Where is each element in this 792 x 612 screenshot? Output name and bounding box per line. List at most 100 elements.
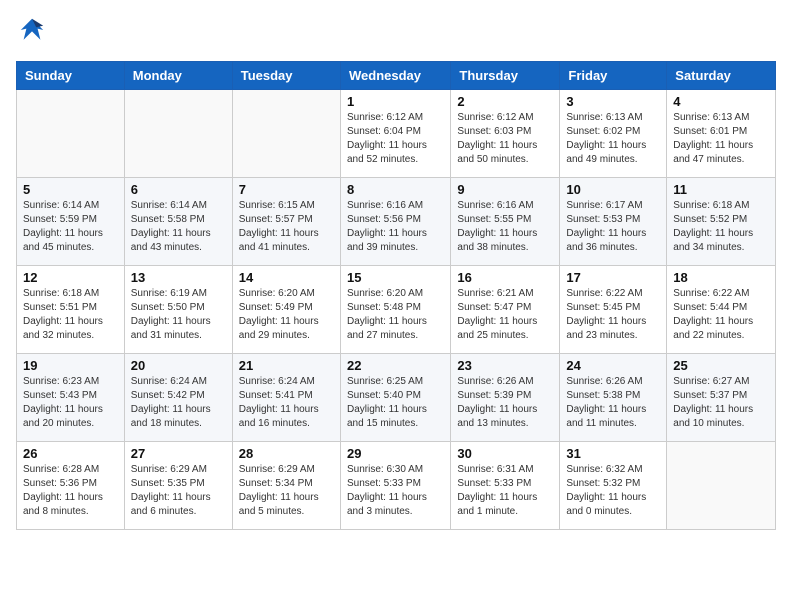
calendar-cell: [17, 90, 125, 178]
day-number: 29: [347, 446, 444, 461]
cell-daylight-info: Sunrise: 6:19 AM Sunset: 5:50 PM Dayligh…: [131, 287, 226, 343]
day-number: 30: [457, 446, 553, 461]
cell-daylight-info: Sunrise: 6:17 AM Sunset: 5:53 PM Dayligh…: [566, 199, 660, 255]
logo-bird-icon: [18, 16, 46, 44]
calendar-cell: 30 Sunrise: 6:31 AM Sunset: 5:33 PM Dayli…: [451, 442, 560, 530]
calendar-cell: 28 Sunrise: 6:29 AM Sunset: 5:34 PM Dayli…: [232, 442, 340, 530]
calendar-cell: 18 Sunrise: 6:22 AM Sunset: 5:44 PM Dayli…: [667, 266, 776, 354]
cell-daylight-info: Sunrise: 6:18 AM Sunset: 5:52 PM Dayligh…: [673, 199, 769, 255]
day-number: 18: [673, 270, 769, 285]
cell-daylight-info: Sunrise: 6:22 AM Sunset: 5:45 PM Dayligh…: [566, 287, 660, 343]
calendar-cell: 8 Sunrise: 6:16 AM Sunset: 5:56 PM Daylig…: [340, 178, 450, 266]
day-number: 15: [347, 270, 444, 285]
calendar-cell: 24 Sunrise: 6:26 AM Sunset: 5:38 PM Dayli…: [560, 354, 667, 442]
day-number: 17: [566, 270, 660, 285]
calendar-cell: 7 Sunrise: 6:15 AM Sunset: 5:57 PM Daylig…: [232, 178, 340, 266]
calendar-cell: 23Sunrise: 6:26 AM Sunset: 5:39 PM Dayli…: [451, 354, 560, 442]
day-number: 2: [457, 94, 553, 109]
calendar-cell: 20 Sunrise: 6:24 AM Sunset: 5:42 PM Dayli…: [124, 354, 232, 442]
day-number: 3: [566, 94, 660, 109]
calendar-cell: 21 Sunrise: 6:24 AM Sunset: 5:41 PM Dayli…: [232, 354, 340, 442]
calendar-cell: 6 Sunrise: 6:14 AM Sunset: 5:58 PM Daylig…: [124, 178, 232, 266]
day-number: 26: [23, 446, 118, 461]
day-number: 9: [457, 182, 553, 197]
cell-daylight-info: Sunrise: 6:13 AM Sunset: 6:02 PM Dayligh…: [566, 111, 660, 167]
day-number: 28: [239, 446, 334, 461]
cell-daylight-info: Sunrise: 6:27 AM Sunset: 5:37 PM Dayligh…: [673, 375, 769, 431]
day-number: 16: [457, 270, 553, 285]
cell-daylight-info: Sunrise: 6:26 AM Sunset: 5:39 PM Dayligh…: [457, 375, 553, 431]
calendar-cell: 2 Sunrise: 6:12 AM Sunset: 6:03 PM Daylig…: [451, 90, 560, 178]
cell-daylight-info: Sunrise: 6:29 AM Sunset: 5:35 PM Dayligh…: [131, 463, 226, 519]
cell-daylight-info: Sunrise: 6:12 AM Sunset: 6:04 PM Dayligh…: [347, 111, 444, 167]
calendar-week-1: 1Sunrise: 6:12 AM Sunset: 6:04 PM Daylig…: [17, 90, 776, 178]
day-number: 13: [131, 270, 226, 285]
cell-daylight-info: Sunrise: 6:24 AM Sunset: 5:42 PM Dayligh…: [131, 375, 226, 431]
calendar-cell: 1Sunrise: 6:12 AM Sunset: 6:04 PM Daylig…: [340, 90, 450, 178]
calendar-cell: 11 Sunrise: 6:18 AM Sunset: 5:52 PM Dayli…: [667, 178, 776, 266]
calendar-cell: [232, 90, 340, 178]
calendar-cell: 5Sunrise: 6:14 AM Sunset: 5:59 PM Daylig…: [17, 178, 125, 266]
cell-daylight-info: Sunrise: 6:21 AM Sunset: 5:47 PM Dayligh…: [457, 287, 553, 343]
calendar-cell: 31 Sunrise: 6:32 AM Sunset: 5:32 PM Dayli…: [560, 442, 667, 530]
cell-daylight-info: Sunrise: 6:31 AM Sunset: 5:33 PM Dayligh…: [457, 463, 553, 519]
calendar-cell: 4 Sunrise: 6:13 AM Sunset: 6:01 PM Daylig…: [667, 90, 776, 178]
day-number: 22: [347, 358, 444, 373]
calendar-cell: 25 Sunrise: 6:27 AM Sunset: 5:37 PM Dayli…: [667, 354, 776, 442]
calendar-week-4: 19 Sunrise: 6:23 AM Sunset: 5:43 PM Dayli…: [17, 354, 776, 442]
cell-daylight-info: Sunrise: 6:29 AM Sunset: 5:34 PM Dayligh…: [239, 463, 334, 519]
day-number: 4: [673, 94, 769, 109]
day-number: 24: [566, 358, 660, 373]
day-number: 21: [239, 358, 334, 373]
weekday-header-saturday: Saturday: [667, 62, 776, 90]
day-number: 19: [23, 358, 118, 373]
calendar-cell: 13 Sunrise: 6:19 AM Sunset: 5:50 PM Dayli…: [124, 266, 232, 354]
cell-daylight-info: Sunrise: 6:18 AM Sunset: 5:51 PM Dayligh…: [23, 287, 118, 343]
cell-daylight-info: Sunrise: 6:24 AM Sunset: 5:41 PM Dayligh…: [239, 375, 334, 431]
cell-daylight-info: Sunrise: 6:16 AM Sunset: 5:55 PM Dayligh…: [457, 199, 553, 255]
cell-daylight-info: Sunrise: 6:16 AM Sunset: 5:56 PM Dayligh…: [347, 199, 444, 255]
day-number: 31: [566, 446, 660, 461]
calendar-cell: 29 Sunrise: 6:30 AM Sunset: 5:33 PM Dayli…: [340, 442, 450, 530]
calendar-cell: 10Sunrise: 6:17 AM Sunset: 5:53 PM Dayli…: [560, 178, 667, 266]
calendar-cell: 22Sunrise: 6:25 AM Sunset: 5:40 PM Dayli…: [340, 354, 450, 442]
calendar-cell: 16 Sunrise: 6:21 AM Sunset: 5:47 PM Dayli…: [451, 266, 560, 354]
calendar-week-2: 5Sunrise: 6:14 AM Sunset: 5:59 PM Daylig…: [17, 178, 776, 266]
weekday-header-friday: Friday: [560, 62, 667, 90]
cell-daylight-info: Sunrise: 6:30 AM Sunset: 5:33 PM Dayligh…: [347, 463, 444, 519]
day-number: 25: [673, 358, 769, 373]
cell-daylight-info: Sunrise: 6:28 AM Sunset: 5:36 PM Dayligh…: [23, 463, 118, 519]
day-number: 20: [131, 358, 226, 373]
calendar-cell: [124, 90, 232, 178]
calendar-cell: 14Sunrise: 6:20 AM Sunset: 5:49 PM Dayli…: [232, 266, 340, 354]
cell-daylight-info: Sunrise: 6:26 AM Sunset: 5:38 PM Dayligh…: [566, 375, 660, 431]
calendar-cell: 9 Sunrise: 6:16 AM Sunset: 5:55 PM Daylig…: [451, 178, 560, 266]
day-number: 7: [239, 182, 334, 197]
cell-daylight-info: Sunrise: 6:32 AM Sunset: 5:32 PM Dayligh…: [566, 463, 660, 519]
weekday-header-thursday: Thursday: [451, 62, 560, 90]
calendar-table: SundayMondayTuesdayWednesdayThursdayFrid…: [16, 61, 776, 530]
calendar-cell: 15 Sunrise: 6:20 AM Sunset: 5:48 PM Dayli…: [340, 266, 450, 354]
cell-daylight-info: Sunrise: 6:14 AM Sunset: 5:58 PM Dayligh…: [131, 199, 226, 255]
cell-daylight-info: Sunrise: 6:14 AM Sunset: 5:59 PM Dayligh…: [23, 199, 118, 255]
calendar-cell: 19 Sunrise: 6:23 AM Sunset: 5:43 PM Dayli…: [17, 354, 125, 442]
day-number: 8: [347, 182, 444, 197]
cell-daylight-info: Sunrise: 6:12 AM Sunset: 6:03 PM Dayligh…: [457, 111, 553, 167]
cell-daylight-info: Sunrise: 6:20 AM Sunset: 5:48 PM Dayligh…: [347, 287, 444, 343]
weekday-header-tuesday: Tuesday: [232, 62, 340, 90]
cell-daylight-info: Sunrise: 6:13 AM Sunset: 6:01 PM Dayligh…: [673, 111, 769, 167]
logo: [16, 16, 46, 49]
day-number: 12: [23, 270, 118, 285]
day-number: 11: [673, 182, 769, 197]
calendar-cell: 17 Sunrise: 6:22 AM Sunset: 5:45 PM Dayli…: [560, 266, 667, 354]
day-number: 6: [131, 182, 226, 197]
page-header: [16, 16, 776, 49]
calendar-cell: 3 Sunrise: 6:13 AM Sunset: 6:02 PM Daylig…: [560, 90, 667, 178]
calendar-week-3: 12 Sunrise: 6:18 AM Sunset: 5:51 PM Dayli…: [17, 266, 776, 354]
cell-daylight-info: Sunrise: 6:23 AM Sunset: 5:43 PM Dayligh…: [23, 375, 118, 431]
cell-daylight-info: Sunrise: 6:15 AM Sunset: 5:57 PM Dayligh…: [239, 199, 334, 255]
calendar-cell: 12 Sunrise: 6:18 AM Sunset: 5:51 PM Dayli…: [17, 266, 125, 354]
cell-daylight-info: Sunrise: 6:20 AM Sunset: 5:49 PM Dayligh…: [239, 287, 334, 343]
calendar-cell: 26 Sunrise: 6:28 AM Sunset: 5:36 PM Dayli…: [17, 442, 125, 530]
cell-daylight-info: Sunrise: 6:22 AM Sunset: 5:44 PM Dayligh…: [673, 287, 769, 343]
